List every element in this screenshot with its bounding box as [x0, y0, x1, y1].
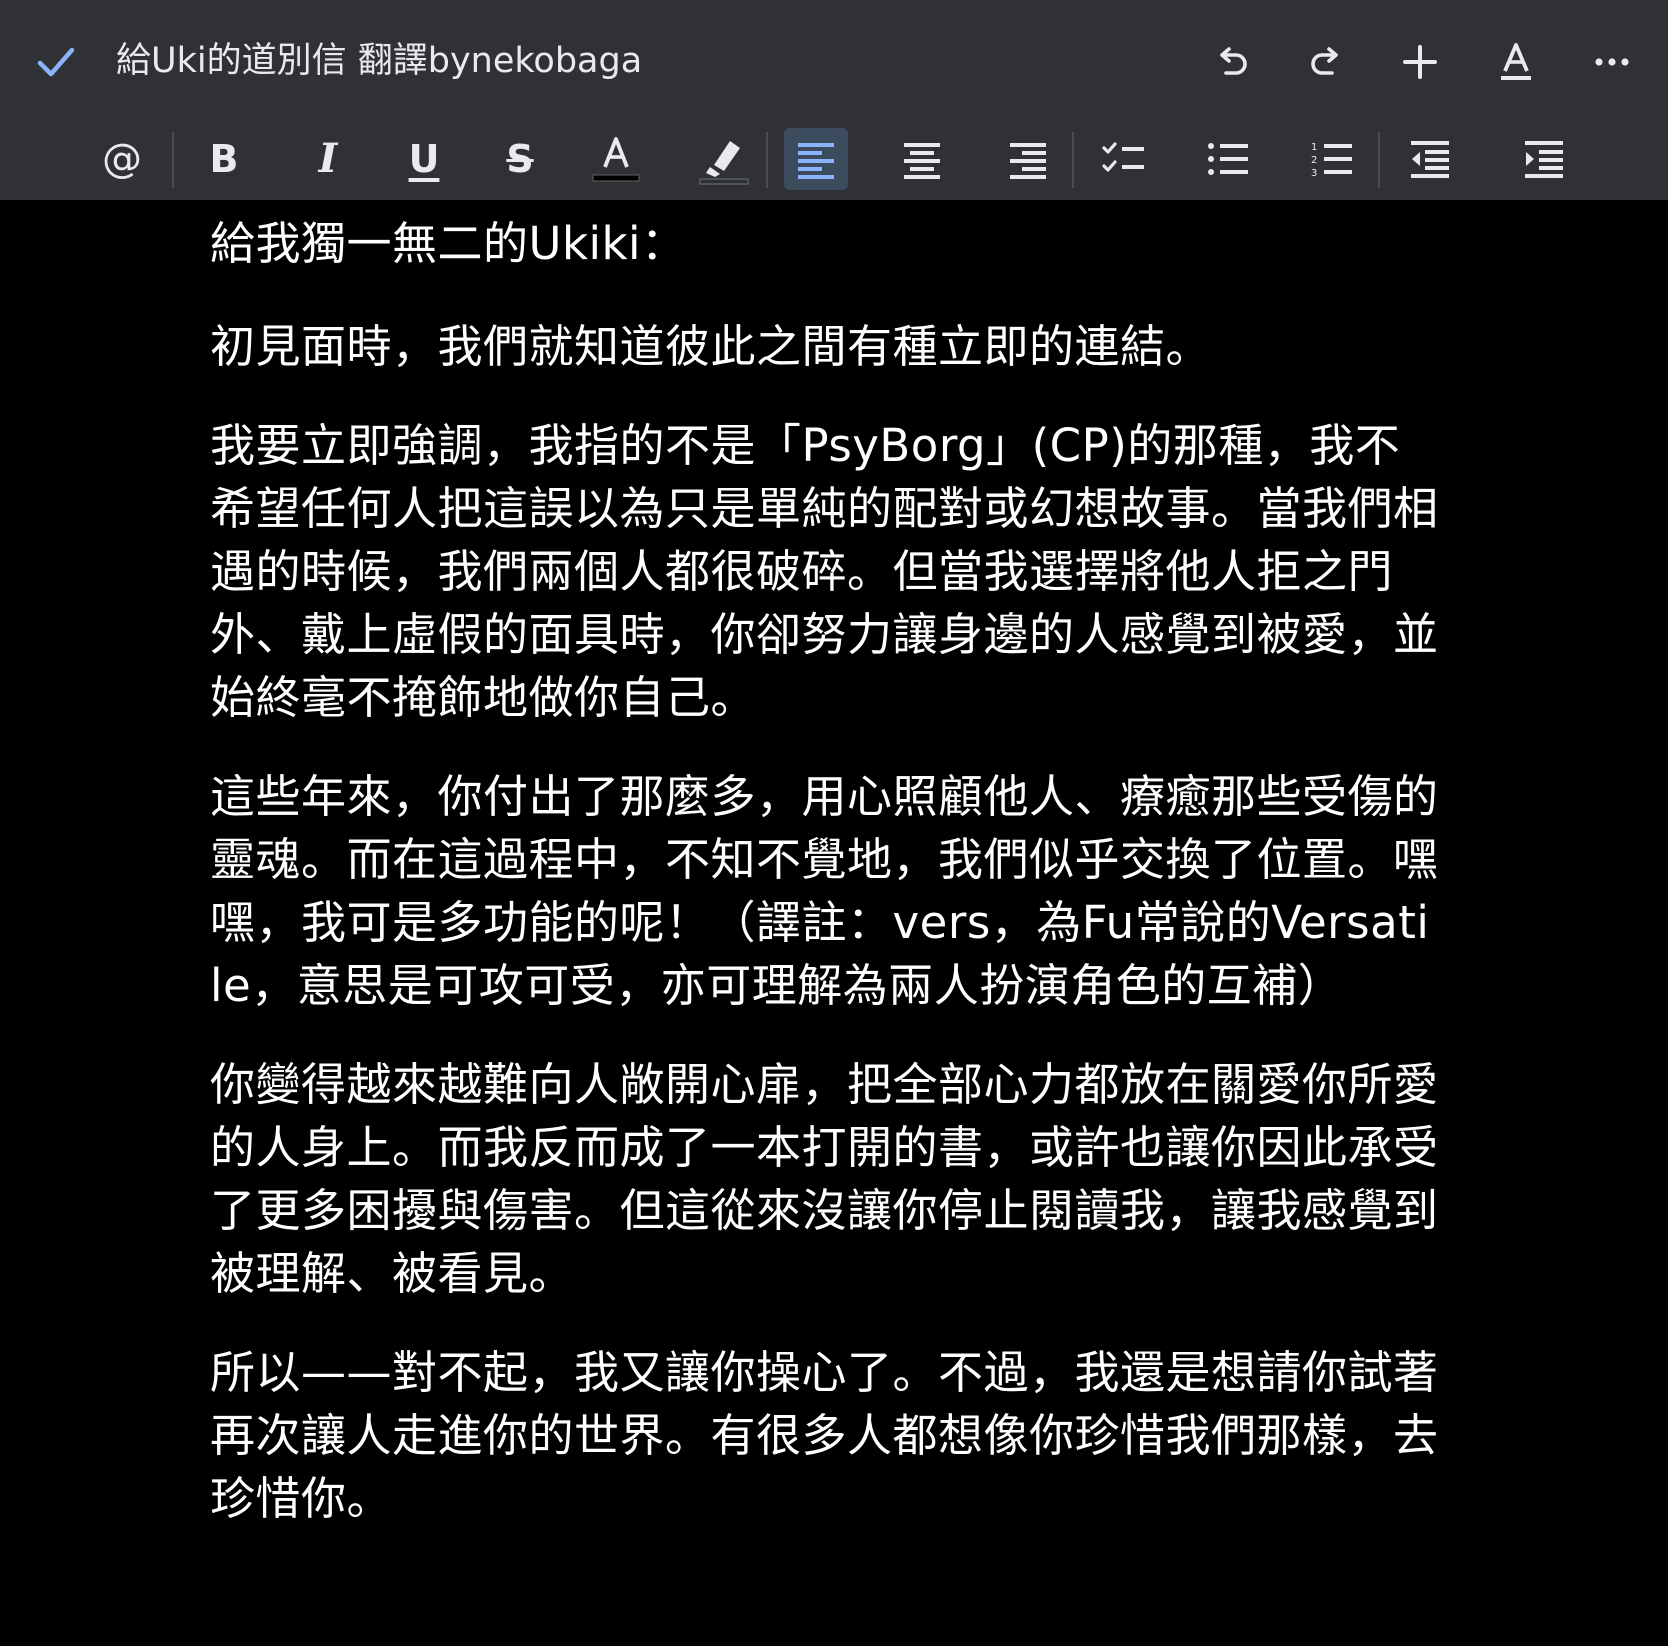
bold-button[interactable]: B [192, 128, 256, 190]
formatting-toolbar: @ B I U S 1 2 3 [0, 118, 1668, 200]
text-format-button[interactable] [1486, 34, 1546, 90]
document-title[interactable]: 給Uki的道別信 翻譯bynekobaga [116, 34, 642, 88]
top-app-bar: 給Uki的道別信 翻譯bynekobaga [0, 0, 1668, 118]
strikethrough-button[interactable]: S [488, 128, 552, 190]
increase-indent-icon [1525, 141, 1563, 178]
numbered-list-icon: 1 2 3 [1311, 142, 1352, 179]
paragraph-salutation: 給我獨一無二的Ukiki： [210, 217, 687, 270]
align-left-icon [798, 143, 834, 179]
svg-text:2: 2 [1311, 155, 1317, 166]
done-check-icon [37, 47, 75, 77]
italic-icon: I [318, 135, 338, 182]
align-center-icon [904, 143, 940, 179]
toolbar-divider [1072, 132, 1074, 188]
align-right-icon [1010, 143, 1046, 179]
toolbar-divider [766, 132, 768, 188]
svg-text:1: 1 [1311, 142, 1317, 153]
mention-icon: @ [102, 136, 142, 182]
redo-button[interactable] [1296, 34, 1356, 90]
decrease-indent-button[interactable] [1398, 128, 1462, 190]
strikethrough-icon: S [506, 137, 534, 181]
highlighter-icon [699, 141, 749, 185]
done-button[interactable] [30, 36, 82, 88]
highlight-button[interactable] [692, 128, 756, 190]
decrease-indent-icon [1411, 141, 1449, 178]
mention-button[interactable]: @ [90, 128, 154, 190]
undo-icon [1220, 47, 1247, 75]
text-color-button[interactable] [584, 128, 648, 190]
italic-button[interactable]: I [296, 128, 360, 190]
bold-icon: B [209, 137, 239, 181]
bulleted-list-icon [1208, 143, 1248, 175]
paragraph: 你變得越來越難向人敞開心扉，把全部心力都放在關愛你所愛的人身上。而我反而成了一本… [210, 1058, 1439, 1300]
redo-icon [1311, 47, 1338, 75]
checklist-icon [1102, 142, 1144, 172]
paragraph: 這些年來，你付出了那麼多，用心照顧他人、療癒那些受傷的靈魂。而在這過程中，不知不… [210, 770, 1439, 1012]
paragraph: 初見面時，我們就知道彼此之間有種立即的連結。 [210, 320, 1212, 373]
text-color-icon [592, 137, 640, 182]
underline-icon: U [408, 137, 440, 181]
insert-button[interactable] [1390, 34, 1450, 90]
align-left-button[interactable] [784, 128, 848, 190]
toolbar-divider [172, 132, 174, 188]
underline-button[interactable]: U [392, 128, 456, 190]
more-options-button[interactable] [1582, 34, 1642, 90]
document-editor: 給Uki的道別信 翻譯bynekobaga @ B I U S 1 2 3 給我… [0, 0, 1668, 1646]
svg-text:3: 3 [1311, 168, 1317, 179]
paragraph: 我要立即強調，我指的不是「PsyBorg」(CP)的那種，我不希望任何人把這誤以… [210, 419, 1439, 724]
document-body[interactable]: 給我獨一無二的Ukiki： 初見面時，我們就知道彼此之間有種立即的連結。 我要立… [210, 212, 1440, 1566]
align-center-button[interactable] [890, 128, 954, 190]
insert-plus-icon [1403, 45, 1437, 79]
align-right-button[interactable] [996, 128, 1060, 190]
toolbar-divider [1378, 132, 1380, 188]
numbered-list-button[interactable]: 1 2 3 [1300, 128, 1364, 190]
more-options-icon [1595, 58, 1629, 66]
undo-button[interactable] [1202, 34, 1262, 90]
text-format-icon [1501, 43, 1531, 80]
bulleted-list-button[interactable] [1196, 128, 1260, 190]
paragraph: 所以——對不起，我又讓你操心了。不過，我還是想請你試著再次讓人走進你的世界。有很… [210, 1346, 1439, 1525]
checklist-button[interactable] [1092, 128, 1156, 190]
increase-indent-button[interactable] [1512, 128, 1576, 190]
